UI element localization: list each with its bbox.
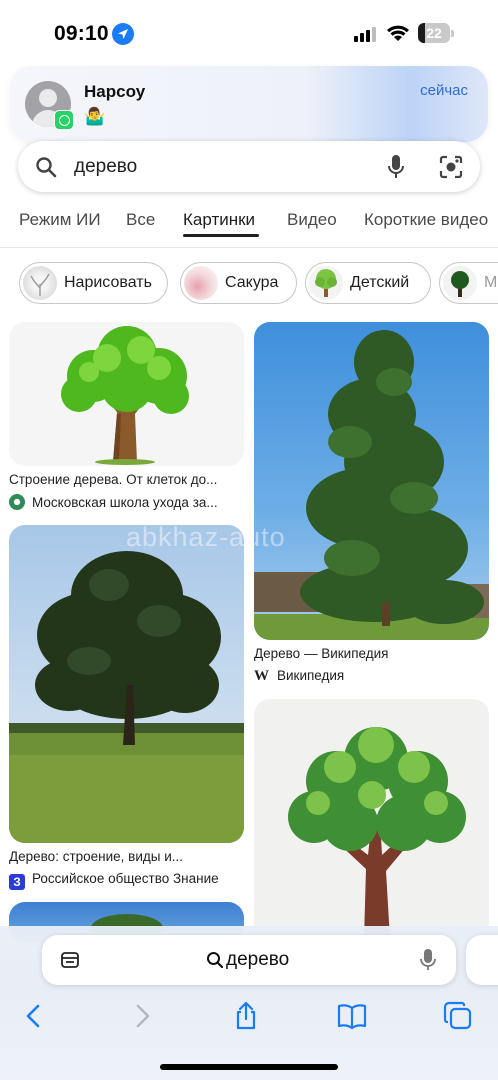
active-tab-indicator xyxy=(183,234,259,237)
screen: 09:10 22 Нарсо xyxy=(0,0,498,1080)
search-icon xyxy=(36,157,57,178)
battery-level: 22 xyxy=(426,25,442,41)
chip-thumbnail xyxy=(309,266,343,300)
notification-banner[interactable]: Нарсоу 🤷‍♂️ сейчас xyxy=(10,66,488,142)
result-source-name: Российское общество Знание xyxy=(32,871,219,886)
result-source-name: Московская школа ухода за... xyxy=(32,495,218,510)
tab-images[interactable]: Картинки xyxy=(183,210,255,230)
search-icon xyxy=(207,952,224,969)
address-text[interactable]: дерево xyxy=(226,949,289,971)
tabs-icon[interactable] xyxy=(442,1000,474,1032)
tab-ai-mode[interactable]: Режим ИИ xyxy=(19,210,101,230)
microphone-icon[interactable] xyxy=(386,154,406,180)
watermark: abkhaz-auto xyxy=(126,522,286,552)
chip-draw[interactable]: Нарисовать xyxy=(19,262,168,304)
result-title[interactable]: Дерево — Википедия xyxy=(254,646,489,661)
status-time: 09:10 xyxy=(54,22,109,45)
camera-lens-icon[interactable] xyxy=(438,154,464,180)
tab-videos[interactable]: Видео xyxy=(287,210,337,230)
search-bar[interactable]: дерево xyxy=(18,141,480,192)
tab-all[interactable]: Все xyxy=(126,210,155,230)
browser-toolbar: дерево xyxy=(0,926,498,1080)
chip-label: Сакура xyxy=(225,274,279,291)
result-image[interactable] xyxy=(9,525,244,843)
result-title[interactable]: Дерево: строение, виды и... xyxy=(9,849,244,864)
status-bar: 09:10 22 xyxy=(0,0,498,64)
result-source-name: Википедия xyxy=(277,668,345,683)
tab-overview-icon[interactable] xyxy=(60,950,80,970)
share-icon[interactable] xyxy=(230,1000,262,1032)
microphone-icon[interactable] xyxy=(420,948,436,972)
result-image[interactable] xyxy=(254,322,489,640)
forward-arrow-icon[interactable] xyxy=(126,1000,158,1032)
znanie-logo-icon: З xyxy=(9,874,25,890)
location-arrow-icon xyxy=(112,23,134,45)
result-source[interactable]: З Российское общество Знание xyxy=(9,871,244,890)
image-result[interactable] xyxy=(254,699,489,939)
tab-short-videos[interactable]: Короткие видео xyxy=(364,210,488,230)
search-tabs: Режим ИИ Все Картинки Видео Короткие вид… xyxy=(0,200,498,248)
chip-label: Нарисовать xyxy=(64,274,152,291)
chip-sakura[interactable]: Сакура xyxy=(180,262,297,304)
image-result[interactable]: Дерево — Википедия W Википедия xyxy=(254,322,489,688)
result-title[interactable]: Строение дерева. От клеток до... xyxy=(9,472,244,487)
wikipedia-icon: W xyxy=(254,668,269,684)
cellular-signal-icon xyxy=(354,26,378,42)
notification-time: сейчас xyxy=(420,82,468,99)
chip-kids[interactable]: Детский xyxy=(305,262,431,304)
search-input[interactable]: дерево xyxy=(74,156,137,178)
chip-thumbnail xyxy=(23,266,57,300)
home-indicator xyxy=(160,1064,338,1070)
result-source[interactable]: Московская школа ухода за... xyxy=(9,494,244,510)
address-bar[interactable]: дерево xyxy=(42,935,456,985)
image-result[interactable]: Строение дерева. От клеток до... Московс… xyxy=(9,322,244,512)
result-image[interactable] xyxy=(9,322,244,466)
source-favicon-icon xyxy=(9,494,25,510)
battery-icon: 22 xyxy=(418,23,454,43)
notification-message: 🤷‍♂️ xyxy=(84,107,106,126)
notification-sender: Нарсоу xyxy=(84,82,146,101)
result-image[interactable] xyxy=(254,699,489,939)
chip-thumbnail xyxy=(184,266,218,300)
chip-label: Детский xyxy=(350,274,410,291)
chip-label: М xyxy=(484,274,498,291)
image-result[interactable]: Дерево: строение, виды и... З Российское … xyxy=(9,525,244,893)
bookmarks-icon[interactable] xyxy=(336,1000,368,1032)
chip-thumbnail xyxy=(443,266,477,300)
wifi-icon xyxy=(386,24,410,47)
next-tab-peek[interactable] xyxy=(466,935,498,985)
back-arrow-icon[interactable] xyxy=(18,1000,50,1032)
whatsapp-icon xyxy=(54,110,74,130)
chip-more[interactable]: М xyxy=(439,262,498,304)
result-source[interactable]: W Википедия xyxy=(254,668,489,685)
